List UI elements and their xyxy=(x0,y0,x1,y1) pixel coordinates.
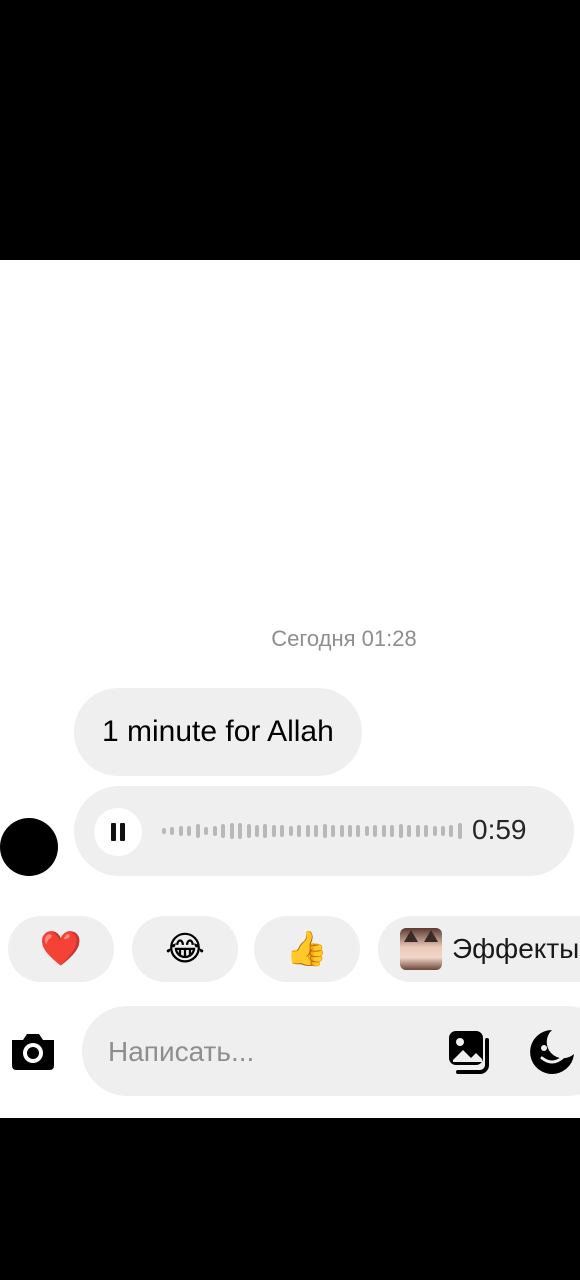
gallery-button[interactable] xyxy=(446,1028,494,1076)
waveform-bar xyxy=(339,825,344,837)
waveform-bar xyxy=(305,825,310,837)
quick-reactions: ❤️ 😂 👍 Эффекты xyxy=(8,916,580,982)
pause-icon xyxy=(111,823,125,841)
laughing-icon: 😂 xyxy=(165,930,205,968)
reaction-laugh[interactable]: 😂 xyxy=(132,916,238,982)
thumbs-up-icon: 👍 xyxy=(285,930,329,968)
waveform-bar xyxy=(170,827,175,835)
waveform-bar xyxy=(424,825,429,837)
waveform-bar xyxy=(288,826,293,836)
heart-icon: ❤️ xyxy=(39,930,83,968)
pause-button[interactable] xyxy=(94,808,142,856)
waveform-bar xyxy=(238,823,243,839)
waveform-bar xyxy=(187,826,192,836)
waveform-bar xyxy=(246,824,251,838)
bottom-letterbox xyxy=(0,1118,580,1280)
sender-avatar[interactable] xyxy=(0,818,58,876)
waveform-bar xyxy=(449,825,454,837)
waveform-bar xyxy=(373,825,378,837)
waveform-bar xyxy=(457,823,462,839)
voice-duration: 0:59 xyxy=(472,814,527,845)
waveform-bar xyxy=(440,826,445,836)
chat-thread: Сегодня 01:28 1 minute for Allah 0:59 ❤️… xyxy=(0,260,580,1118)
camera-button[interactable] xyxy=(8,1028,58,1074)
waveform-bar xyxy=(432,826,437,836)
waveform-bar xyxy=(407,825,412,837)
effects-thumbnail xyxy=(400,928,442,970)
sticker-button[interactable] xyxy=(528,1028,576,1076)
reaction-heart[interactable]: ❤️ xyxy=(8,916,114,982)
voice-message[interactable]: 0:59 xyxy=(74,786,574,876)
waveform-bar xyxy=(331,825,336,837)
waveform-bar xyxy=(356,825,361,837)
message-composer xyxy=(0,1006,580,1096)
screen: Сегодня 01:28 1 minute for Allah 0:59 ❤️… xyxy=(0,0,580,1280)
waveform-bar xyxy=(398,824,403,838)
waveform-bar xyxy=(390,825,395,837)
camera-icon xyxy=(12,1034,54,1070)
waveform-bar xyxy=(415,825,420,837)
waveform-bar xyxy=(178,826,183,836)
waveform-bar xyxy=(347,825,352,837)
gallery-icon xyxy=(449,1031,489,1074)
waveform-bar xyxy=(364,826,369,836)
waveform-bar xyxy=(263,824,268,838)
voice-waveform[interactable] xyxy=(162,820,462,842)
reaction-thumbs-up[interactable]: 👍 xyxy=(254,916,360,982)
waveform-bar xyxy=(322,824,327,838)
waveform-bar xyxy=(195,824,200,838)
waveform-bar xyxy=(221,824,226,838)
effects-label: Эффекты xyxy=(452,933,580,964)
date-separator: Сегодня 01:28 xyxy=(271,626,417,651)
message-bubble[interactable]: 1 minute for Allah xyxy=(74,688,362,776)
waveform-bar xyxy=(381,825,386,837)
waveform-bar xyxy=(314,825,319,837)
waveform-bar xyxy=(204,827,209,835)
message-input[interactable] xyxy=(106,1030,430,1074)
waveform-bar xyxy=(212,826,217,836)
waveform-bar xyxy=(271,825,276,837)
waveform-bar xyxy=(280,825,285,837)
effects-button[interactable]: Эффекты xyxy=(378,916,580,982)
waveform-bar xyxy=(162,828,166,834)
waveform-bar xyxy=(229,823,234,839)
top-letterbox xyxy=(0,0,580,260)
message-text: 1 minute for Allah xyxy=(102,715,334,748)
waveform-bar xyxy=(254,825,259,837)
sticker-icon xyxy=(530,1030,574,1074)
waveform-bar xyxy=(297,825,302,837)
